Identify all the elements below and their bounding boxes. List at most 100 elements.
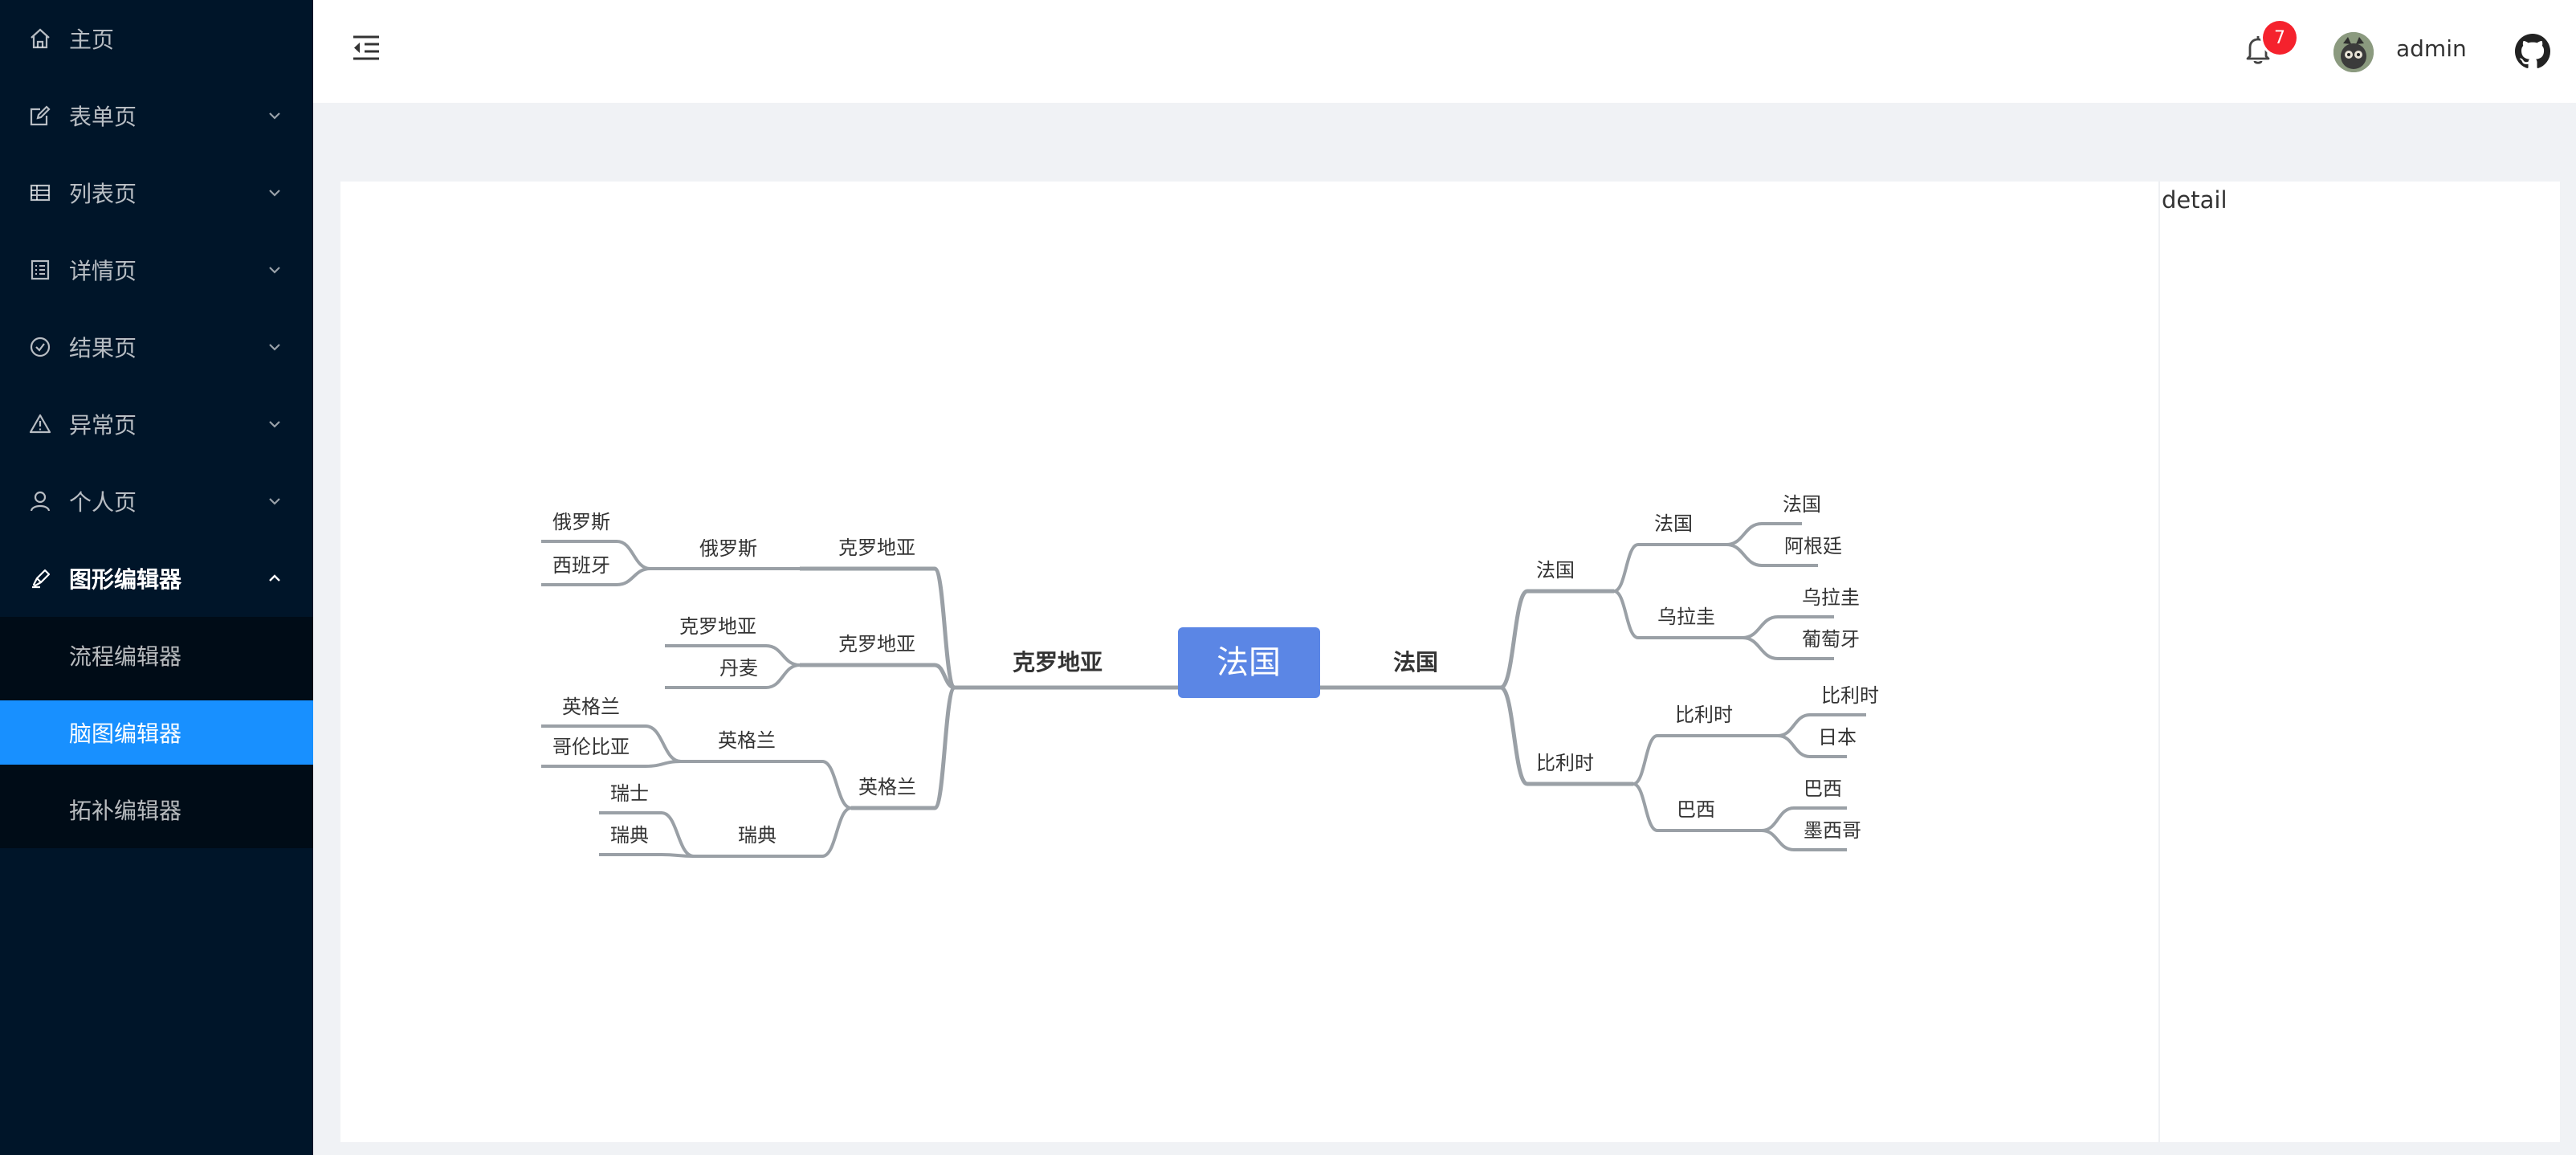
mindmap-edge bbox=[821, 806, 852, 858]
check-circle-icon bbox=[27, 334, 53, 360]
mindmap-edge bbox=[1777, 713, 1811, 737]
mindmap-node[interactable]: 比利时 bbox=[1675, 704, 1733, 726]
sidebar-item-result[interactable]: 结果页 bbox=[0, 308, 313, 386]
sidebar-submenu: 流程编辑器 脑图编辑器 拓补编辑器 bbox=[0, 617, 313, 848]
username[interactable]: admin bbox=[2396, 35, 2467, 62]
mindmap-edge bbox=[932, 685, 957, 810]
mindmap-node[interactable]: 英格兰 bbox=[562, 696, 620, 718]
mindmap-node[interactable]: 巴西 bbox=[1677, 798, 1715, 821]
edit-icon bbox=[27, 103, 53, 129]
sidebar-item-editor[interactable]: 图形编辑器 bbox=[0, 540, 313, 617]
mindmap-node[interactable]: 克罗地亚 bbox=[679, 615, 756, 638]
menu-fold-icon[interactable] bbox=[350, 34, 382, 63]
chevron-down-icon bbox=[265, 106, 284, 125]
chevron-down-icon bbox=[265, 337, 284, 357]
mindmap-node[interactable]: 法国 bbox=[1654, 512, 1693, 535]
submenu-item-flow-editor[interactable]: 流程编辑器 bbox=[0, 623, 313, 688]
mindmap-canvas[interactable]: 法国克罗地亚克罗地亚克罗地亚英格兰俄罗斯俄罗斯西班牙克罗地亚丹麦英格兰瑞典英格兰… bbox=[340, 182, 2158, 1142]
sidebar-item-label: 列表页 bbox=[69, 181, 137, 207]
mindmap-node[interactable]: 法国 bbox=[1783, 493, 1821, 516]
mindmap-edge bbox=[1613, 590, 1639, 639]
table-icon bbox=[27, 180, 53, 206]
mindmap-edge bbox=[1761, 829, 1795, 851]
mindmap-edge bbox=[1742, 636, 1779, 660]
detail-panel: detail bbox=[2158, 182, 2560, 1142]
mindmap-edge bbox=[1499, 589, 1529, 690]
sidebar-item-form[interactable]: 表单页 bbox=[0, 77, 313, 154]
mindmap-edge bbox=[645, 724, 682, 763]
sidebar-item-label: 表单页 bbox=[69, 104, 137, 130]
mindmap-edge bbox=[765, 663, 801, 689]
mindmap-edge bbox=[645, 760, 682, 768]
submenu-item-topology-editor[interactable]: 拓补编辑器 bbox=[0, 777, 313, 842]
sidebar-item-exception[interactable]: 异常页 bbox=[0, 386, 313, 463]
submenu-item-mind-editor[interactable]: 脑图编辑器 bbox=[0, 700, 313, 765]
mindmap-node[interactable]: 乌拉圭 bbox=[1657, 606, 1715, 628]
submenu-item-label: 拓补编辑器 bbox=[69, 798, 182, 824]
mindmap-node[interactable]: 比利时 bbox=[1536, 752, 1594, 774]
mindmap-node[interactable]: 俄罗斯 bbox=[552, 511, 610, 533]
mindmap-edge bbox=[616, 540, 651, 570]
sidebar-item-account[interactable]: 个人页 bbox=[0, 463, 313, 540]
mindmap-node[interactable]: 瑞典 bbox=[610, 824, 649, 847]
mindmap-edge bbox=[821, 760, 852, 810]
highlight-icon bbox=[27, 565, 53, 591]
mindmap-edge bbox=[765, 644, 801, 667]
mindmap-node[interactable]: 英格兰 bbox=[858, 776, 916, 798]
warning-icon bbox=[27, 411, 53, 437]
submenu-item-label: 流程编辑器 bbox=[69, 643, 182, 670]
mindmap-edge bbox=[661, 811, 695, 858]
mindmap-branch-label[interactable]: 克罗地亚 bbox=[1013, 649, 1103, 675]
chevron-down-icon bbox=[265, 260, 284, 280]
mindmap-node[interactable]: 日本 bbox=[1818, 726, 1857, 749]
mindmap-branch-label[interactable]: 法国 bbox=[1393, 649, 1438, 675]
mindmap-node[interactable]: 瑞士 bbox=[610, 782, 649, 805]
sidebar-item-label: 图形编辑器 bbox=[69, 566, 182, 593]
mindmap-node[interactable]: 瑞典 bbox=[738, 824, 776, 847]
home-icon bbox=[27, 26, 53, 51]
sidebar-item-label: 异常页 bbox=[69, 412, 137, 439]
mindmap-node[interactable]: 墨西哥 bbox=[1804, 819, 1861, 842]
mindmap-edge bbox=[661, 853, 695, 858]
notification-badge: 7 bbox=[2263, 21, 2297, 55]
submenu-item-label: 脑图编辑器 bbox=[69, 720, 182, 747]
mindmap-node[interactable]: 克罗地亚 bbox=[838, 633, 915, 655]
mindmap-edge bbox=[1632, 734, 1658, 786]
sidebar-item-label: 详情页 bbox=[69, 258, 137, 284]
sidebar-item-label: 结果页 bbox=[69, 335, 137, 361]
mindmap-edge bbox=[616, 567, 651, 586]
sidebar-item-detail[interactable]: 详情页 bbox=[0, 231, 313, 308]
mindmap-node[interactable]: 丹麦 bbox=[719, 657, 758, 680]
chevron-up-icon bbox=[265, 569, 284, 588]
chevron-down-icon bbox=[265, 183, 284, 202]
mindmap-node[interactable]: 巴西 bbox=[1804, 777, 1842, 800]
mindmap-node[interactable]: 俄罗斯 bbox=[699, 537, 757, 560]
mindmap-node[interactable]: 葡萄牙 bbox=[1802, 628, 1860, 651]
mindmap-node[interactable]: 比利时 bbox=[1821, 684, 1879, 707]
github-icon[interactable] bbox=[2515, 34, 2550, 69]
sidebar: 主页 表单页 列表页 详情页 结果页 异常页 个人页 图形编辑器 流程编辑器 脑… bbox=[0, 0, 313, 1155]
user-icon bbox=[27, 488, 53, 514]
sidebar-item-list[interactable]: 列表页 bbox=[0, 154, 313, 231]
mindmap-node[interactable]: 阿根廷 bbox=[1784, 535, 1842, 557]
mindmap-edge bbox=[1726, 543, 1763, 567]
mindmap-edge bbox=[1613, 543, 1639, 593]
chevron-down-icon bbox=[265, 492, 284, 511]
sidebar-item-label: 主页 bbox=[69, 27, 115, 53]
sidebar-item-home[interactable]: 主页 bbox=[0, 0, 313, 77]
avatar[interactable] bbox=[2333, 32, 2374, 72]
mindmap-edge bbox=[1499, 685, 1529, 786]
chevron-down-icon bbox=[265, 414, 284, 434]
mindmap-edge bbox=[1761, 806, 1795, 832]
mindmap-node[interactable]: 哥伦比亚 bbox=[552, 736, 630, 758]
mindmap-node[interactable]: 乌拉圭 bbox=[1802, 586, 1860, 609]
mindmap-edge bbox=[1777, 734, 1811, 758]
mindmap-node[interactable]: 西班牙 bbox=[552, 554, 610, 577]
header: 7 admin bbox=[313, 0, 2576, 103]
mindmap-node[interactable]: 法国 bbox=[1536, 559, 1575, 582]
mindmap-root-label: 法国 bbox=[1217, 644, 1281, 681]
mindmap-edge bbox=[932, 566, 957, 690]
mindmap-node[interactable]: 克罗地亚 bbox=[838, 537, 915, 559]
mindmap-node[interactable]: 英格兰 bbox=[718, 729, 776, 752]
editor-card: 法国 克罗地亚 克罗地亚 克罗地亚 英格兰 俄罗斯 俄罗斯 西班牙 克罗地亚 丹麦 英格兰 瑞典 英格兰… bbox=[340, 182, 2560, 1142]
